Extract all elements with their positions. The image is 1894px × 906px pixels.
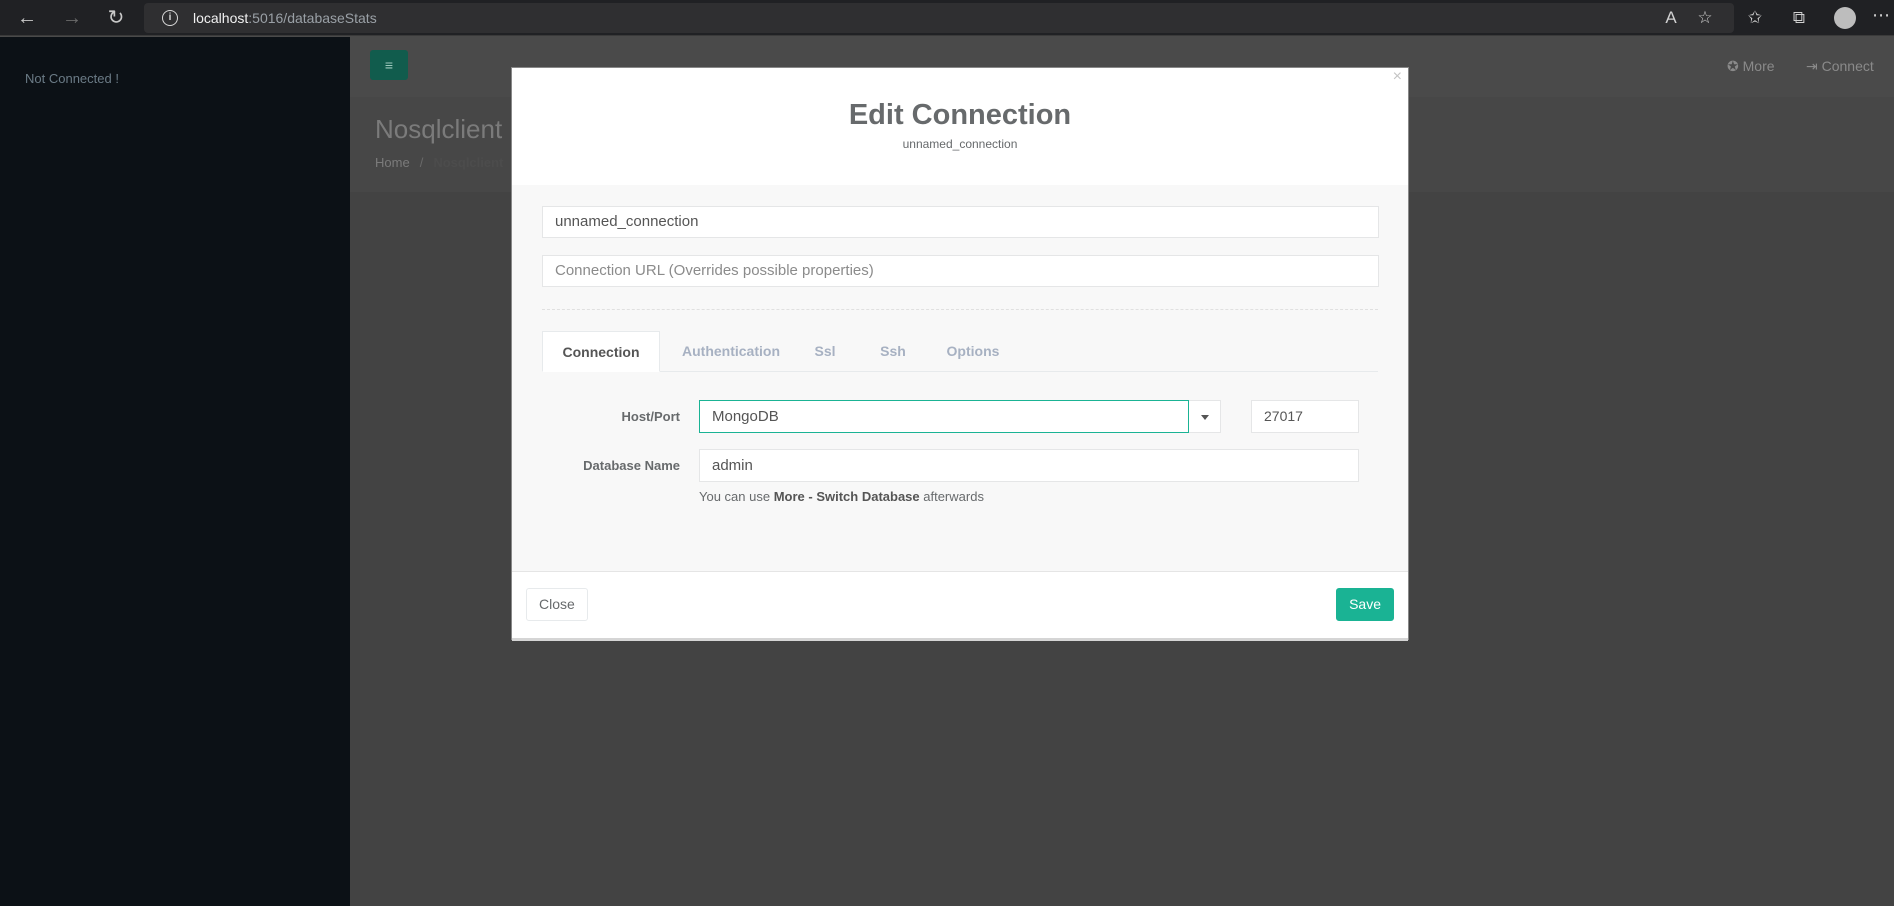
tab-ssh[interactable]: Ssh bbox=[868, 331, 918, 371]
refresh-icon[interactable]: ↻ bbox=[102, 6, 130, 30]
tab-ssl[interactable]: Ssl bbox=[800, 331, 850, 371]
browser-toolbar: ← → ↻ i localhost:5016/databaseStats A ☆… bbox=[0, 0, 1894, 36]
modal-footer: Close Save bbox=[512, 571, 1408, 641]
tab-connection[interactable]: Connection bbox=[542, 331, 660, 372]
favorites-icon[interactable]: ✩ bbox=[1742, 6, 1768, 30]
back-icon[interactable]: ← bbox=[13, 6, 41, 30]
save-button[interactable]: Save bbox=[1336, 588, 1394, 621]
edit-connection-modal: × Edit Connection unnamed_connection unn… bbox=[511, 67, 1409, 641]
more-icon: ✪ bbox=[1727, 58, 1739, 74]
forward-icon[interactable]: → bbox=[58, 6, 86, 30]
breadcrumb: Home / Nosqlclient bbox=[375, 155, 503, 170]
close-button[interactable]: Close bbox=[526, 588, 588, 621]
add-favorite-icon[interactable]: ☆ bbox=[1692, 6, 1718, 30]
menu-toggle-button[interactable]: ≡ bbox=[370, 50, 408, 80]
more-menu[interactable]: ✪ More bbox=[1727, 58, 1775, 75]
help-suffix: afterwards bbox=[919, 489, 984, 504]
browser-menu-icon[interactable]: ⋯ bbox=[1872, 5, 1890, 26]
host-dropdown-toggle[interactable] bbox=[1189, 400, 1221, 433]
divider bbox=[542, 309, 1378, 310]
connect-link[interactable]: ⇥ Connect bbox=[1806, 58, 1874, 75]
tab-options[interactable]: Options bbox=[938, 331, 1008, 371]
database-name-input[interactable]: admin bbox=[699, 449, 1359, 482]
modal-header: Edit Connection unnamed_connection bbox=[512, 68, 1408, 186]
help-bold: More - Switch Database bbox=[773, 489, 920, 504]
page-title: Nosqlclient bbox=[375, 114, 503, 144]
profile-avatar-icon[interactable] bbox=[1834, 7, 1856, 29]
site-info-icon[interactable]: i bbox=[162, 10, 178, 26]
modal-subtitle: unnamed_connection bbox=[902, 137, 1018, 151]
database-help-text: You can use More - Switch Database after… bbox=[699, 489, 984, 504]
read-aloud-icon[interactable]: A bbox=[1658, 6, 1684, 30]
host-select[interactable]: MongoDB bbox=[699, 400, 1189, 433]
modal-body: unnamed_connection Connection URL (Overr… bbox=[512, 185, 1408, 571]
caret-down-icon bbox=[1200, 415, 1209, 420]
address-bar[interactable]: i localhost:5016/databaseStats bbox=[144, 3, 1734, 33]
connection-name-input[interactable]: unnamed_connection bbox=[542, 206, 1379, 238]
connection-tabs: Connection Authentication Ssl Ssh Option… bbox=[542, 331, 1378, 372]
connect-label: Connect bbox=[1821, 58, 1874, 74]
collections-icon[interactable]: ⧉ bbox=[1786, 6, 1812, 30]
tab-authentication[interactable]: Authentication bbox=[672, 331, 790, 371]
breadcrumb-separator: / bbox=[419, 155, 424, 170]
footer-divider bbox=[512, 638, 1408, 641]
connection-status: Not Connected ! bbox=[25, 71, 119, 86]
breadcrumb-current: Nosqlclient bbox=[433, 155, 504, 170]
more-label: More bbox=[1742, 58, 1775, 74]
connection-url-input[interactable]: Connection URL (Overrides possible prope… bbox=[542, 255, 1379, 287]
help-prefix: You can use bbox=[699, 489, 774, 504]
url-text: localhost:5016/databaseStats bbox=[193, 10, 377, 26]
breadcrumb-home[interactable]: Home bbox=[375, 155, 410, 170]
port-input[interactable]: 27017 bbox=[1251, 400, 1359, 433]
sign-in-icon: ⇥ bbox=[1806, 58, 1818, 74]
database-name-label: Database Name bbox=[583, 458, 680, 473]
host-port-label: Host/Port bbox=[621, 409, 681, 424]
sidebar: Not Connected ! bbox=[0, 37, 350, 906]
modal-title: Edit Connection bbox=[848, 99, 1072, 131]
